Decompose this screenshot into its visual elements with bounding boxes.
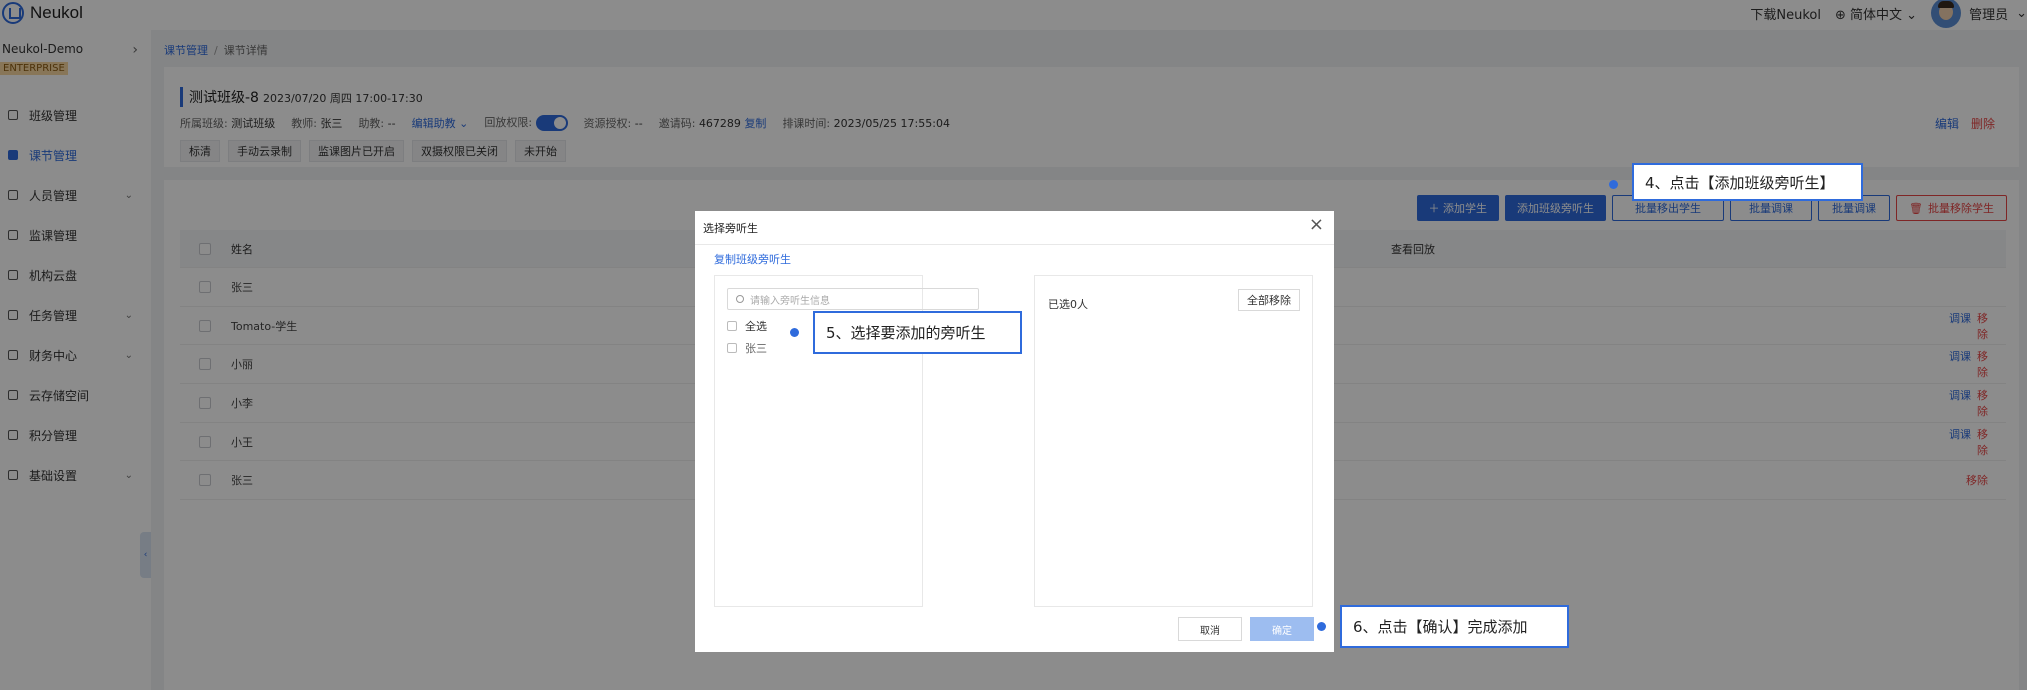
selected-count: 已选0人 [1048, 298, 1088, 311]
dialog-title: 选择旁听生 [703, 222, 758, 235]
callout-step-4: 4、点击【添加班级旁听生】 [1632, 163, 1863, 201]
search-placeholder: 请输入旁听生信息 [750, 295, 830, 307]
auditor-option[interactable]: 张三 [727, 340, 767, 356]
auditor-selected-panel: 已选0人 全部移除 [1034, 275, 1313, 607]
select-all-option[interactable]: 全选 [727, 318, 767, 334]
option-label: 全选 [745, 320, 767, 333]
remove-all-button[interactable]: 全部移除 [1238, 289, 1300, 311]
search-input[interactable]: 请输入旁听生信息 [727, 288, 979, 310]
search-icon [736, 295, 744, 303]
cancel-button[interactable]: 取消 [1178, 617, 1242, 641]
divider [695, 244, 1334, 245]
checkbox[interactable] [727, 321, 737, 331]
callout-pointer-dot [1317, 622, 1326, 631]
callout-pointer-dot [1609, 180, 1618, 189]
callout-pointer-dot [790, 328, 799, 337]
option-label: 张三 [745, 342, 767, 355]
copy-auditors-link[interactable]: 复制班级旁听生 [714, 251, 791, 267]
callout-step-6: 6、点击【确认】完成添加 [1340, 605, 1569, 648]
checkbox[interactable] [727, 343, 737, 353]
close-icon[interactable]: × [1309, 214, 1324, 235]
select-auditor-dialog: 选择旁听生 × 复制班级旁听生 请输入旁听生信息 全选 张三 已选0人 全部移除… [695, 211, 1334, 652]
callout-step-5: 5、选择要添加的旁听生 [813, 311, 1022, 354]
confirm-button[interactable]: 确定 [1250, 617, 1314, 641]
